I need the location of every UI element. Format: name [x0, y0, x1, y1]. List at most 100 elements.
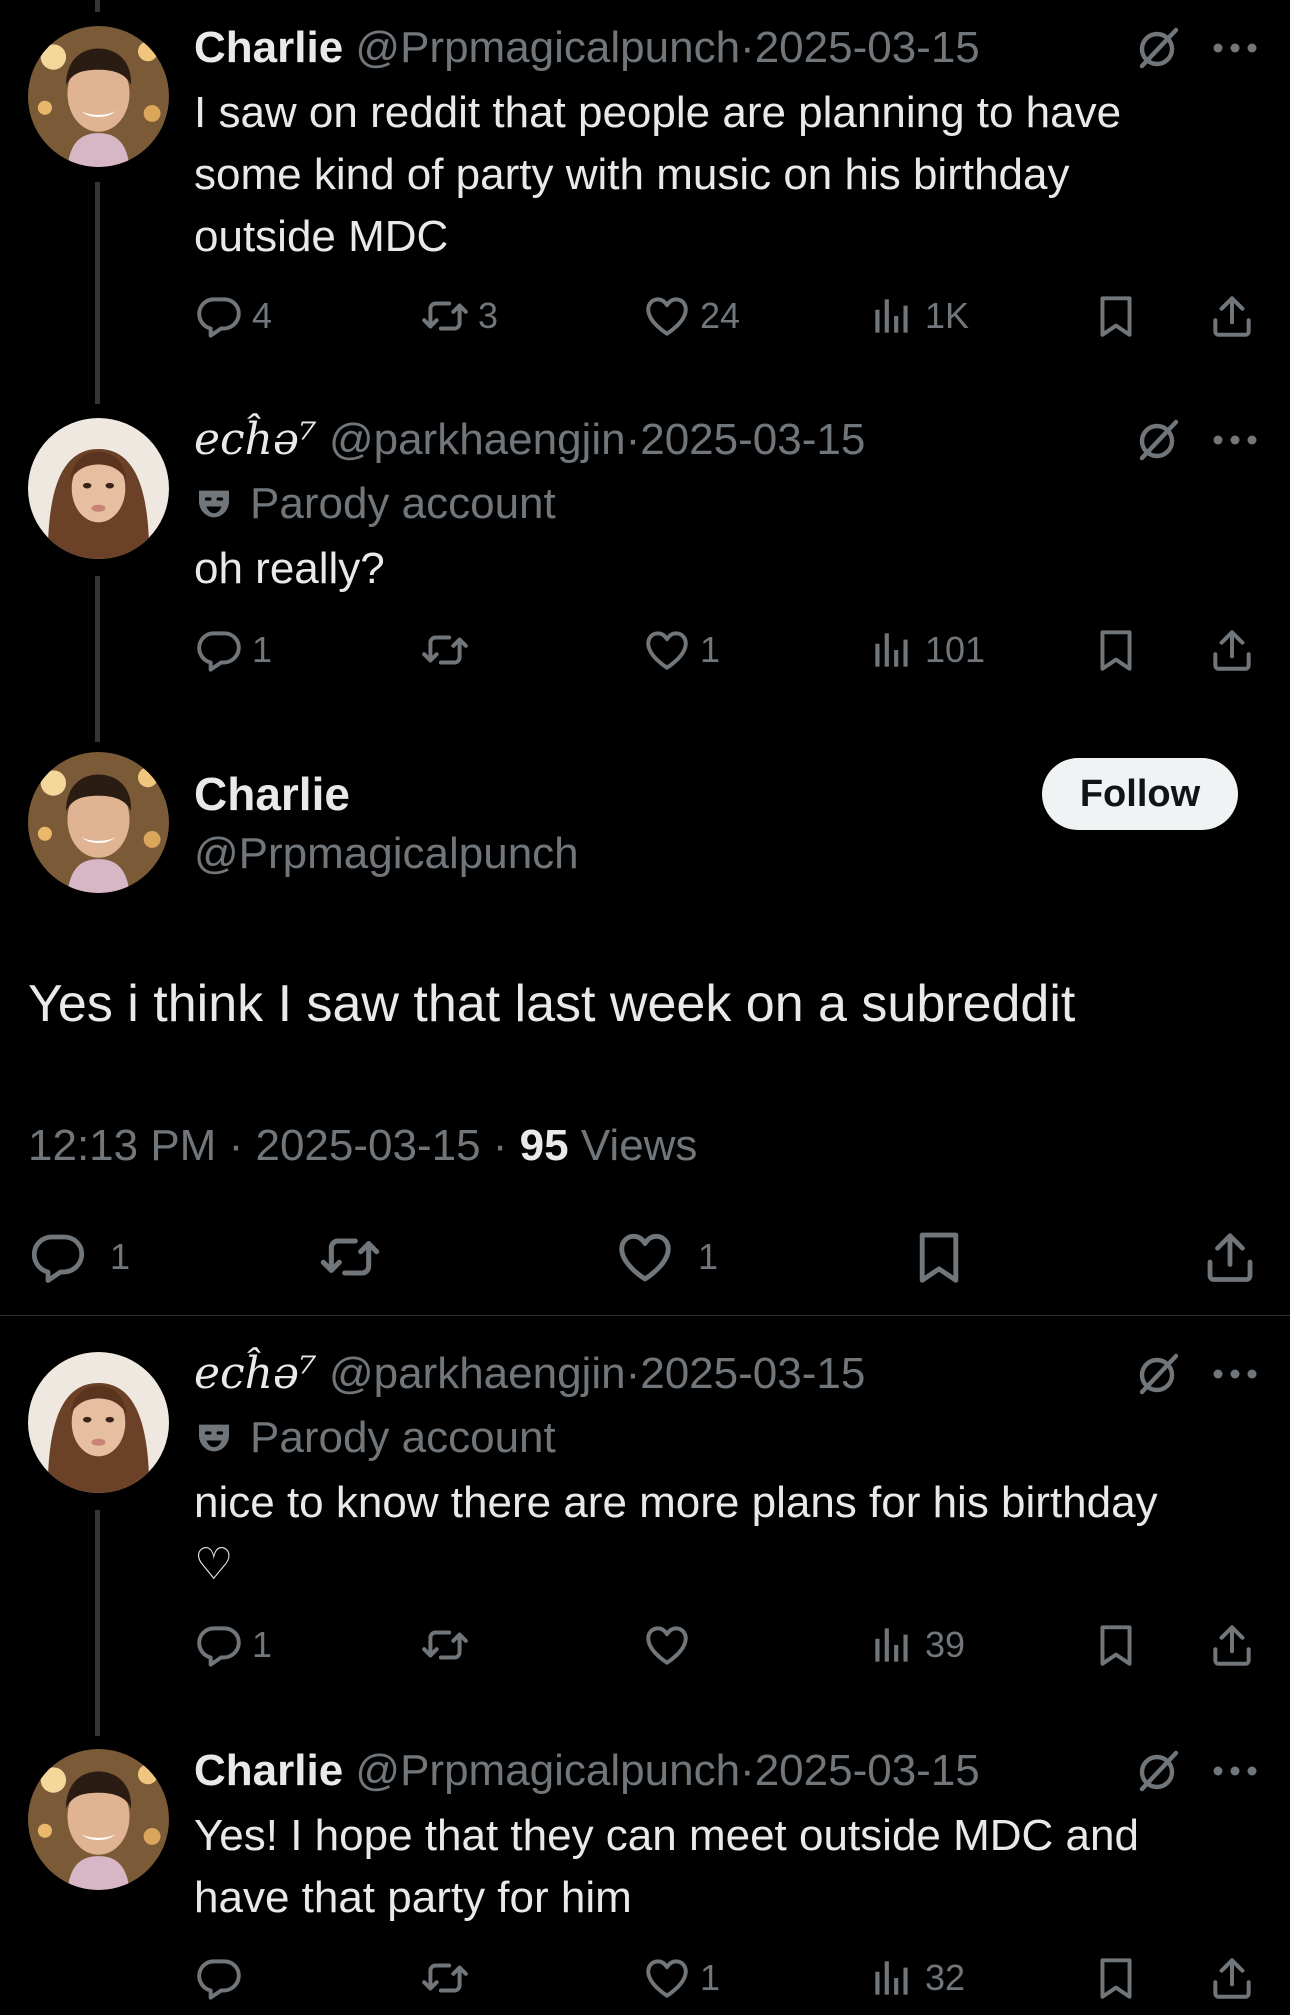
grok-icon[interactable] — [1134, 1747, 1182, 1795]
parody-mask-icon — [194, 484, 234, 524]
avatar[interactable] — [28, 418, 169, 559]
like-count: 1 — [698, 1236, 719, 1277]
post-text: Yes! I hope that they can meet outside M… — [194, 1805, 1274, 1929]
repost-button[interactable] — [420, 620, 478, 680]
views-label: Views — [580, 1121, 698, 1170]
reply-count: 1 — [110, 1236, 131, 1277]
post-time[interactable]: 12:13 PM — [28, 1121, 216, 1170]
avatar[interactable] — [28, 1749, 169, 1890]
reply-icon — [194, 1953, 244, 2003]
like-button[interactable] — [642, 1615, 700, 1675]
views-button[interactable]: 32 — [867, 1948, 965, 2008]
action-bar: 1 39 — [0, 1615, 1290, 1675]
reply-button[interactable]: 4 — [194, 286, 272, 346]
bookmark-icon — [908, 1226, 970, 1288]
handle[interactable]: @parkhaengjin — [329, 415, 626, 464]
avatar[interactable] — [28, 752, 169, 893]
bookmark-button[interactable] — [1091, 1615, 1141, 1675]
follow-button[interactable]: Follow — [1042, 758, 1238, 830]
more-icon[interactable] — [1212, 41, 1258, 55]
reply-icon — [194, 625, 244, 675]
reply-icon — [194, 291, 244, 341]
action-bar: 4 3 24 1K — [0, 286, 1290, 346]
display-name[interactable]: ecĥǝ⁷ — [194, 1348, 317, 1399]
post-text: Yes i think I saw that last week on a su… — [28, 975, 1076, 1033]
post-date[interactable]: 2025-03-15 — [255, 1121, 480, 1170]
repost-icon — [420, 1953, 470, 2003]
post-date[interactable]: 2025-03-15 — [640, 415, 865, 464]
thread-line — [95, 0, 100, 12]
grok-icon[interactable] — [1134, 24, 1182, 72]
main-action-bar: 1 1 — [0, 1222, 1290, 1292]
heart-icon — [642, 291, 692, 341]
action-bar: 1 1 101 — [0, 620, 1290, 680]
like-button[interactable]: 1 — [642, 1948, 720, 2008]
post-text: oh really? — [194, 538, 1274, 600]
reply-button[interactable]: 1 — [194, 620, 272, 680]
handle[interactable]: @Prpmagicalpunch — [355, 1746, 740, 1795]
divider — [0, 1315, 1290, 1316]
views-button[interactable]: 1K — [867, 286, 969, 346]
text-line: oh really? — [194, 544, 385, 593]
like-button[interactable]: 1 — [614, 1222, 718, 1292]
repost-icon — [420, 625, 470, 675]
views-icon — [867, 1620, 917, 1670]
bookmark-icon — [1091, 1620, 1141, 1670]
post-date[interactable]: 2025-03-15 — [755, 1746, 980, 1795]
views-button[interactable]: 101 — [867, 620, 985, 680]
repost-icon — [318, 1225, 382, 1289]
heart-icon — [642, 625, 692, 675]
views-button[interactable]: 39 — [867, 1615, 965, 1675]
like-count: 1 — [700, 629, 721, 670]
reply-button[interactable]: 1 — [28, 1222, 130, 1292]
like-button[interactable]: 24 — [642, 286, 740, 346]
post-header: ecĥǝ⁷ @parkhaengjin·2025-03-15 — [194, 1346, 865, 1402]
avatar[interactable] — [28, 1352, 169, 1493]
repost-button[interactable]: 3 — [420, 286, 498, 346]
text-line: ♡ — [194, 1540, 234, 1589]
reply-icon — [194, 1620, 244, 1670]
post-header: ecĥǝ⁷ @parkhaengjin·2025-03-15 — [194, 412, 865, 468]
handle[interactable]: @Prpmagicalpunch — [355, 23, 740, 72]
repost-button[interactable] — [318, 1222, 382, 1292]
text-line: some kind of party with music on his bir… — [194, 150, 1070, 199]
grok-icon[interactable] — [1134, 416, 1182, 464]
text-line: have that party for him — [194, 1873, 632, 1922]
more-icon[interactable] — [1212, 1367, 1258, 1381]
display-name[interactable]: Charlie — [194, 766, 350, 822]
post-date[interactable]: 2025-03-15 — [640, 1349, 865, 1398]
bookmark-button[interactable] — [1091, 286, 1141, 346]
bookmark-button[interactable] — [1091, 620, 1141, 680]
reply-button[interactable]: 1 — [194, 1615, 272, 1675]
avatar[interactable] — [28, 26, 169, 167]
grok-icon[interactable] — [1134, 1350, 1182, 1398]
display-name[interactable]: Charlie — [194, 23, 343, 72]
display-name[interactable]: Charlie — [194, 1746, 343, 1795]
handle[interactable]: @parkhaengjin — [329, 1349, 626, 1398]
action-bar: 1 32 — [0, 1948, 1290, 2008]
reply-count: 1 — [252, 1624, 273, 1665]
heart-icon — [642, 1953, 692, 2003]
repost-button[interactable] — [420, 1615, 478, 1675]
handle[interactable]: @Prpmagicalpunch — [194, 826, 579, 882]
text-line: outside MDC — [194, 212, 449, 261]
post-date[interactable]: 2025-03-15 — [755, 23, 980, 72]
share-icon — [1207, 625, 1257, 675]
repost-button[interactable] — [420, 1948, 478, 2008]
reply-button[interactable] — [194, 1948, 252, 2008]
separator: · — [740, 23, 755, 72]
bookmark-button[interactable] — [1091, 1948, 1141, 2008]
like-button[interactable]: 1 — [642, 620, 720, 680]
more-icon[interactable] — [1212, 433, 1258, 447]
share-button[interactable] — [1200, 1222, 1260, 1292]
share-button[interactable] — [1207, 1615, 1257, 1675]
share-button[interactable] — [1207, 620, 1257, 680]
more-icon[interactable] — [1212, 1764, 1258, 1778]
display-name[interactable]: ecĥǝ⁷ — [194, 414, 317, 465]
share-icon — [1207, 291, 1257, 341]
post-header: Charlie @Prpmagicalpunch·2025-03-15 — [194, 1743, 980, 1799]
bookmark-button[interactable] — [908, 1222, 970, 1292]
share-button[interactable] — [1207, 286, 1257, 346]
share-button[interactable] — [1207, 1948, 1257, 2008]
share-icon — [1200, 1227, 1260, 1287]
